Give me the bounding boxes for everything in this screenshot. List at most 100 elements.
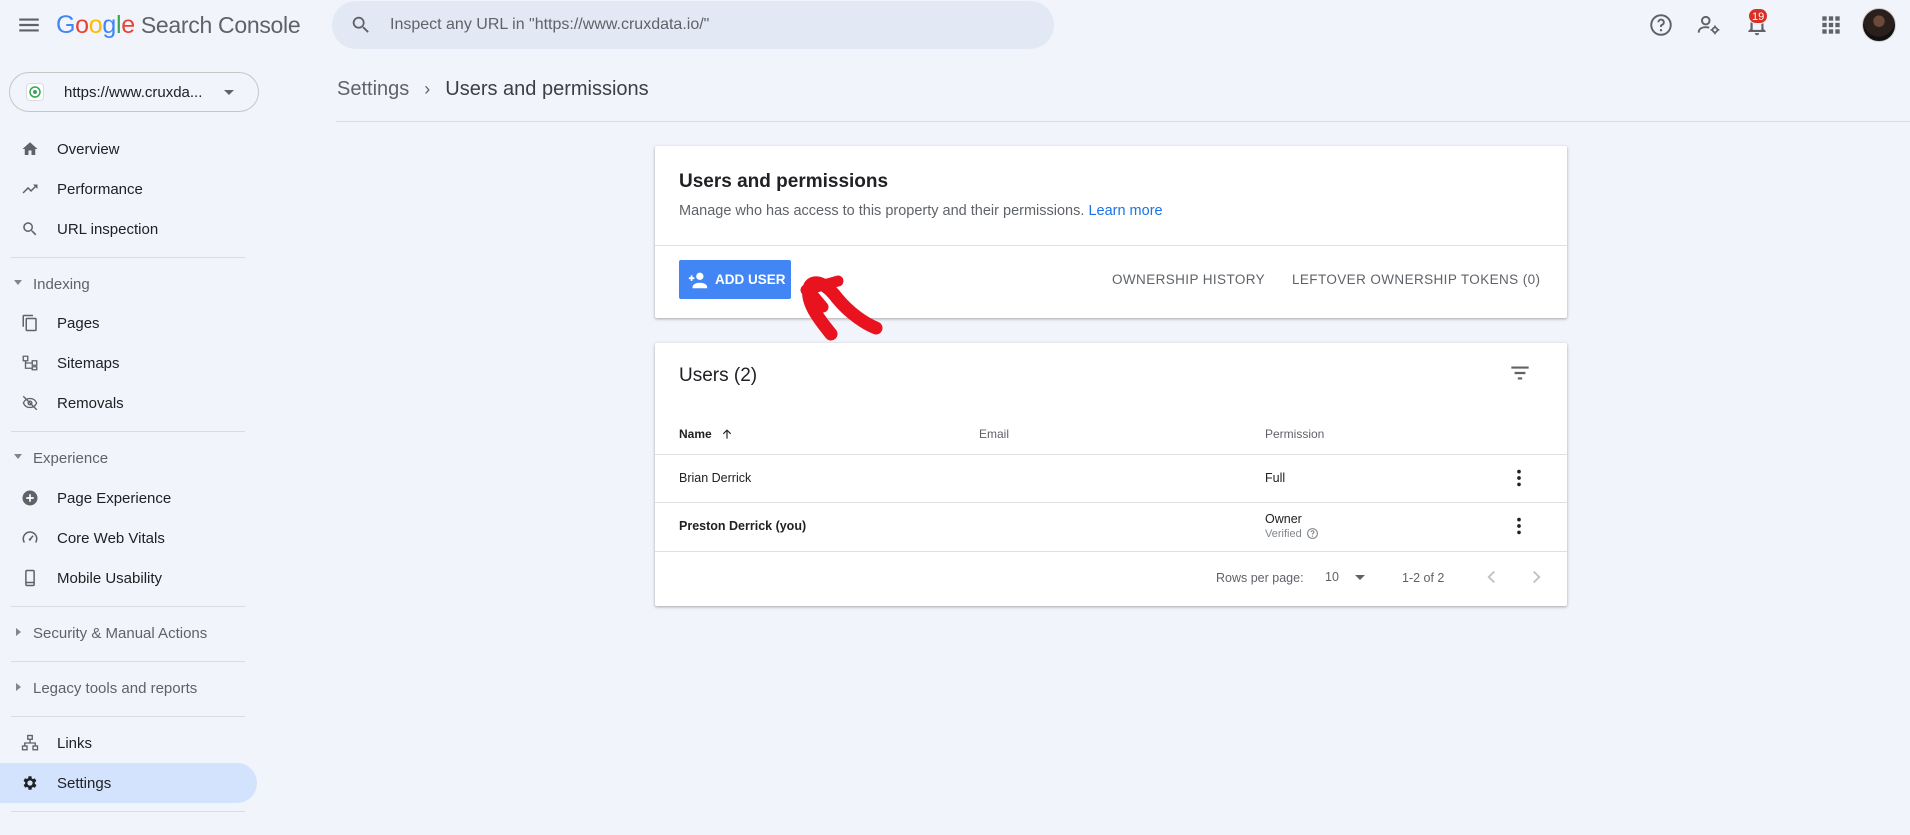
users-card: Users (2) Name Email Permission Brian De… xyxy=(655,343,1567,606)
sidebar-item-label: Overview xyxy=(57,140,120,158)
rows-per-page-select[interactable]: 10 xyxy=(1325,565,1375,589)
property-selector[interactable]: https://www.cruxda... xyxy=(9,72,259,112)
speed-icon xyxy=(21,529,39,547)
column-header-permission: Permission xyxy=(1265,427,1325,441)
sidebar-divider xyxy=(11,716,245,717)
sidebar-item-label: Sitemaps xyxy=(57,354,120,372)
add-user-button[interactable]: ADD USER xyxy=(679,260,791,299)
sidebar-divider xyxy=(11,431,245,432)
app-logo[interactable]: Google Search Console xyxy=(56,11,301,40)
apps-grid-icon[interactable] xyxy=(1818,12,1844,38)
sidebar-item-removals[interactable]: Removals xyxy=(0,383,257,423)
sidebar-item-links[interactable]: Links xyxy=(0,723,257,763)
ownership-history-button[interactable]: OWNERSHIP HISTORY xyxy=(1112,272,1265,287)
pagination-range: 1-2 of 2 xyxy=(1402,571,1445,585)
plus-circle-icon xyxy=(21,489,39,507)
sidebar-item-url-inspection[interactable]: URL inspection xyxy=(0,209,257,249)
chevron-left-icon[interactable] xyxy=(1481,566,1503,588)
smartphone-icon xyxy=(21,569,39,587)
column-header-name[interactable]: Name xyxy=(679,427,734,441)
sidebar-item-label: Core Web Vitals xyxy=(57,529,165,547)
sidebar-item-pages[interactable]: Pages xyxy=(0,303,257,343)
card-description: Manage who has access to this property a… xyxy=(679,203,1163,219)
property-favicon-icon xyxy=(26,83,44,101)
description-text: Manage who has access to this property a… xyxy=(679,203,1085,219)
more-vert-icon[interactable] xyxy=(1508,515,1530,537)
sidebar-section-security[interactable]: Security & Manual Actions xyxy=(0,615,257,651)
sidebar-section-indexing[interactable]: Indexing xyxy=(0,266,257,302)
sidebar-divider xyxy=(11,606,245,607)
sidebar-item-label: Settings xyxy=(57,774,112,792)
help-icon[interactable] xyxy=(1648,12,1674,38)
collapse-arrow-icon xyxy=(14,280,22,285)
table-divider xyxy=(655,502,1567,503)
search-input[interactable] xyxy=(390,16,990,34)
filter-icon[interactable] xyxy=(1507,360,1533,386)
chevron-right-icon: › xyxy=(424,79,431,99)
pages-icon xyxy=(21,314,39,332)
column-header-email: Email xyxy=(979,427,1010,441)
more-vert-icon[interactable] xyxy=(1508,467,1530,489)
links-icon xyxy=(21,734,39,752)
rows-per-page-value: 10 xyxy=(1325,570,1339,584)
sidebar-item-page-experience[interactable]: Page Experience xyxy=(0,478,257,518)
sidebar-item-label: URL inspection xyxy=(57,220,159,238)
url-inspection-search[interactable] xyxy=(332,1,1054,49)
expand-arrow-icon xyxy=(16,628,21,636)
trending-up-icon xyxy=(21,180,39,198)
page-title: Users and permissions xyxy=(445,78,649,100)
user-name: Brian Derrick xyxy=(679,471,752,485)
expand-arrow-icon xyxy=(16,683,21,691)
sidebar-section-label: Experience xyxy=(33,449,109,467)
search-icon xyxy=(350,14,372,36)
notification-count-badge: 19 xyxy=(1748,8,1769,24)
sidebar-section-label: Legacy tools and reports xyxy=(33,679,198,697)
sidebar-item-label: Pages xyxy=(57,314,100,332)
home-icon xyxy=(21,140,39,158)
column-header-label: Name xyxy=(679,427,712,441)
chevron-right-icon[interactable] xyxy=(1525,566,1547,588)
user-permission: Owner xyxy=(1265,512,1302,526)
sidebar-item-label: Performance xyxy=(57,180,143,198)
property-url: https://www.cruxda... xyxy=(64,83,203,101)
table-divider xyxy=(655,454,1567,455)
person-add-icon xyxy=(687,269,709,291)
users-title: Users (2) xyxy=(679,365,758,386)
sidebar-section-legacy[interactable]: Legacy tools and reports xyxy=(0,670,257,706)
arrow-up-icon xyxy=(720,427,734,441)
sidebar-item-sitemaps[interactable]: Sitemaps xyxy=(0,343,257,383)
collapse-arrow-icon xyxy=(14,454,22,459)
sidebar-item-label: Mobile Usability xyxy=(57,569,163,587)
sidebar-item-core-web-vitals[interactable]: Core Web Vitals xyxy=(0,518,257,558)
help-icon[interactable] xyxy=(1306,527,1319,540)
sidebar-divider xyxy=(11,661,245,662)
rows-per-page-label: Rows per page: xyxy=(1216,571,1304,585)
table-divider xyxy=(655,551,1567,552)
sidebar-item-label: Page Experience xyxy=(57,489,172,507)
menu-icon[interactable] xyxy=(16,12,42,38)
breadcrumb: Settings › Users and permissions xyxy=(337,78,649,101)
breadcrumb-settings-link[interactable]: Settings xyxy=(337,78,409,101)
sitemap-icon xyxy=(21,354,39,372)
sidebar-section-label: Indexing xyxy=(33,275,90,293)
card-title: Users and permissions xyxy=(679,171,889,192)
sidebar-item-performance[interactable]: Performance xyxy=(0,169,257,209)
permissions-card: Users and permissions Manage who has acc… xyxy=(655,146,1567,318)
learn-more-link[interactable]: Learn more xyxy=(1088,203,1162,219)
sidebar-item-overview[interactable]: Overview xyxy=(0,129,257,169)
sidebar-item-settings[interactable]: Settings xyxy=(0,763,257,803)
sidebar-item-label: Removals xyxy=(57,394,124,412)
manage-user-icon[interactable] xyxy=(1696,12,1722,38)
card-divider xyxy=(655,245,1567,246)
sidebar-section-label: Security & Manual Actions xyxy=(33,624,208,642)
sidebar-item-mobile-usability[interactable]: Mobile Usability xyxy=(0,558,257,598)
user-name: Preston Derrick (you) xyxy=(679,519,807,533)
visibility-off-icon xyxy=(21,394,39,412)
sidebar-item-label: Links xyxy=(57,734,93,752)
sidebar-divider xyxy=(11,257,245,258)
top-bar: GoogleSearch Console 19 xyxy=(0,0,1910,50)
sidebar-section-experience[interactable]: Experience xyxy=(0,440,257,476)
header-divider xyxy=(336,121,1910,122)
leftover-tokens-button[interactable]: LEFTOVER OWNERSHIP TOKENS (0) xyxy=(1292,272,1540,287)
account-avatar[interactable] xyxy=(1862,8,1896,42)
